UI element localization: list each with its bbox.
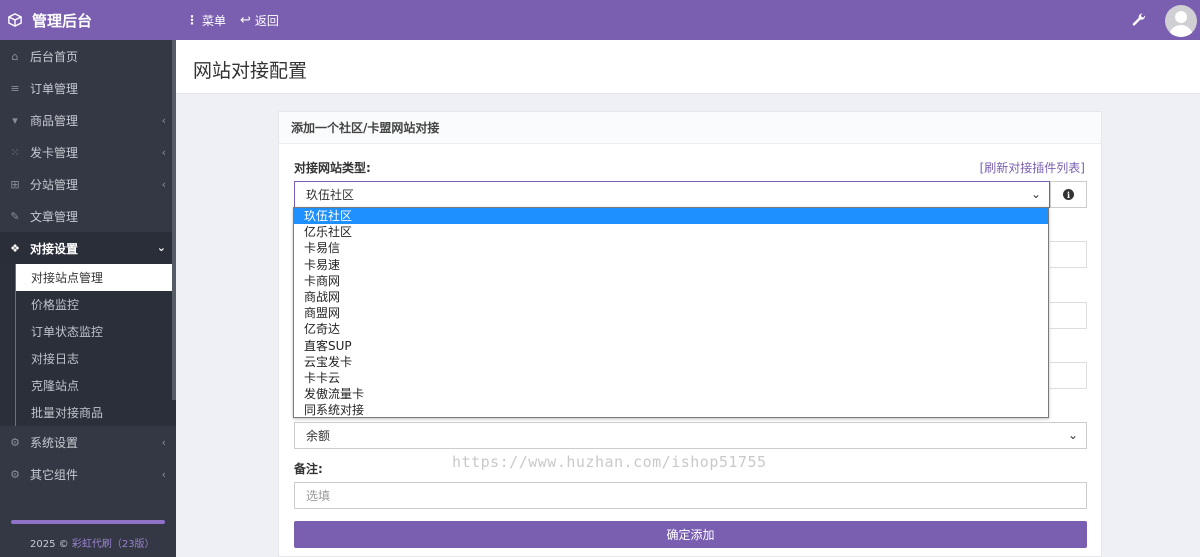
top-nav: ⋮ 菜单 ↩ 返回 <box>186 0 279 40</box>
chevron-left-icon: ‹ <box>161 146 166 159</box>
card-title: 添加一个社区/卡盟网站对接 <box>279 112 1101 144</box>
home-icon: ⌂ <box>11 49 19 63</box>
dropdown-option[interactable]: 云宝发卡 <box>294 354 1048 370</box>
dropdown-option[interactable]: 商战网 <box>294 289 1048 305</box>
sidebar-item-system-settings[interactable]: ⚙ 系统设置 ‹ <box>0 426 176 458</box>
sidebar: ⌂ 后台首页 ≡ 订单管理 ▾ 商品管理 ‹ ⁙ 发卡管理 ‹ ⊞ 分站管理 ‹… <box>0 40 176 557</box>
sidebar-item-other-components[interactable]: ⚙ 其它组件 ‹ <box>0 458 176 490</box>
note-input[interactable]: 选填 <box>294 482 1087 509</box>
sidebar-subitem-clone-site[interactable]: 克隆站点 <box>15 372 176 399</box>
menu-dots-icon: ⋮ <box>186 13 198 27</box>
cart-icon: ▾ <box>12 113 18 127</box>
dropdown-option[interactable]: 卡商网 <box>294 273 1048 289</box>
chevron-down-icon: ⌄ <box>1030 187 1041 201</box>
cube-icon <box>8 13 22 27</box>
sidebar-subitem-site-management[interactable]: 对接站点管理 <box>15 264 176 291</box>
type-label: 对接网站类型: <box>294 161 371 175</box>
balance-select-value: 余额 <box>306 429 331 443</box>
dropdown-option[interactable]: 亿乐社区 <box>294 224 1048 240</box>
sidebar-item-label: 订单管理 <box>30 81 79 96</box>
sidebar-item-label: 商品管理 <box>30 113 79 128</box>
dropdown-option[interactable]: 卡卡云 <box>294 370 1048 386</box>
footer-copyright: 2025 © 彩虹代刷（23版） <box>30 535 155 550</box>
dropdown-option[interactable]: 玖伍社区 <box>294 208 1048 225</box>
dropdown-option[interactable]: 商盟网 <box>294 305 1048 321</box>
footer-divider <box>11 520 165 524</box>
sidebar-item-label: 发卡管理 <box>30 145 79 160</box>
dropdown-option[interactable]: 卡易速 <box>294 257 1048 273</box>
sidebar-item-label: 文章管理 <box>30 209 79 224</box>
note-label: 备注: <box>294 462 323 476</box>
cubes-icon: ❖ <box>10 241 20 255</box>
field-addon <box>1050 302 1087 329</box>
sidebar-subitem-price-monitor[interactable]: 价格监控 <box>15 291 176 318</box>
brand[interactable]: 管理后台 <box>0 0 176 40</box>
footer-version: （23版） <box>111 539 155 550</box>
refresh-plugin-list-link[interactable]: [刷新对接插件列表] <box>980 159 1085 176</box>
sidebar-item-label: 分站管理 <box>30 177 79 192</box>
chevron-left-icon: ‹ <box>161 114 166 127</box>
footer-year: 2025 © <box>30 539 69 550</box>
sidebar-item-articles[interactable]: ✎ 文章管理 <box>0 200 176 232</box>
menu-label: 菜单 <box>202 13 227 28</box>
watermark: https://www.huzhan.com/ishop51755 <box>452 453 767 471</box>
sidebar-item-label: 系统设置 <box>30 435 79 450</box>
dropdown-option[interactable]: 同系统对接 <box>294 402 1048 418</box>
submit-button[interactable]: 确定添加 <box>294 521 1087 548</box>
sidebar-item-docking[interactable]: ❖ 对接设置 ⌄ <box>0 232 176 264</box>
gear-icon: ⚙ <box>10 435 20 449</box>
avatar-head <box>1175 11 1187 23</box>
sidebar-item-cards[interactable]: ⁙ 发卡管理 ‹ <box>0 136 176 168</box>
reply-arrow-icon: ↩ <box>240 12 251 28</box>
footer-link[interactable]: 彩虹代刷 <box>72 539 112 550</box>
back-label: 返回 <box>254 13 279 28</box>
sidebar-item-products[interactable]: ▾ 商品管理 ‹ <box>0 104 176 136</box>
chevron-down-icon: ⌄ <box>1067 428 1078 442</box>
chevron-left-icon: ‹ <box>161 436 166 449</box>
chevron-left-icon: ‹ <box>161 468 166 481</box>
site-type-dropdown: 玖伍社区 亿乐社区 卡易信 卡易速 卡商网 商战网 商盟网 亿奇达 直客SUP … <box>293 207 1049 418</box>
sidebar-item-label: 其它组件 <box>30 467 79 482</box>
edit-icon: ✎ <box>10 209 20 223</box>
wrench-icon[interactable] <box>1131 12 1147 28</box>
list-icon: ≡ <box>10 81 20 95</box>
grid-icon: ⁙ <box>10 145 20 159</box>
docking-submenu: 对接站点管理 价格监控 订单状态监控 对接日志 克隆站点 批量对接商品 <box>0 264 176 426</box>
avatar-body <box>1169 25 1193 37</box>
top-bar: 管理后台 ⋮ 菜单 ↩ 返回 <box>0 0 1200 40</box>
dropdown-option[interactable]: 发傲流量卡 <box>294 386 1048 402</box>
field-addon <box>1050 241 1087 268</box>
menu-toggle-button[interactable]: ⋮ 菜单 <box>186 12 226 29</box>
sidebar-subitem-batch-products[interactable]: 批量对接商品 <box>15 399 176 426</box>
site-type-select[interactable]: 玖伍社区 ⌄ <box>294 181 1050 208</box>
sidebar-item-label: 对接设置 <box>30 241 79 256</box>
sidebar-subitem-docking-log[interactable]: 对接日志 <box>15 345 176 372</box>
dropdown-option[interactable]: 亿奇达 <box>294 321 1048 337</box>
sitemap-icon: ⊞ <box>10 177 20 191</box>
sidebar-item-home[interactable]: ⌂ 后台首页 <box>0 40 176 72</box>
info-button[interactable]: i <box>1050 181 1087 208</box>
dropdown-option[interactable]: 卡易信 <box>294 240 1048 256</box>
sidebar-subitem-order-status-monitor[interactable]: 订单状态监控 <box>15 318 176 345</box>
sidebar-scrollbar[interactable] <box>172 40 176 400</box>
dropdown-option[interactable]: 直客SUP <box>294 338 1048 354</box>
chevron-left-icon: ‹ <box>161 178 166 191</box>
page-title: 网站对接配置 <box>193 60 308 82</box>
cogs-icon: ⚙ <box>10 467 20 481</box>
site-type-value: 玖伍社区 <box>306 188 355 202</box>
info-icon: i <box>1063 189 1074 200</box>
brand-title: 管理后台 <box>32 11 93 30</box>
avatar[interactable] <box>1165 5 1197 37</box>
sidebar-item-orders[interactable]: ≡ 订单管理 <box>0 72 176 104</box>
sidebar-footer: 2025 © 彩虹代刷（23版） <box>0 510 176 557</box>
sidebar-item-label: 后台首页 <box>30 49 79 64</box>
sidebar-item-substations[interactable]: ⊞ 分站管理 ‹ <box>0 168 176 200</box>
page-header: 网站对接配置 <box>176 40 1200 94</box>
back-button[interactable]: ↩ 返回 <box>240 12 279 29</box>
balance-select[interactable]: 余额 ⌄ <box>294 422 1087 449</box>
chevron-down-icon: ⌄ <box>156 241 166 254</box>
field-addon <box>1050 362 1087 389</box>
